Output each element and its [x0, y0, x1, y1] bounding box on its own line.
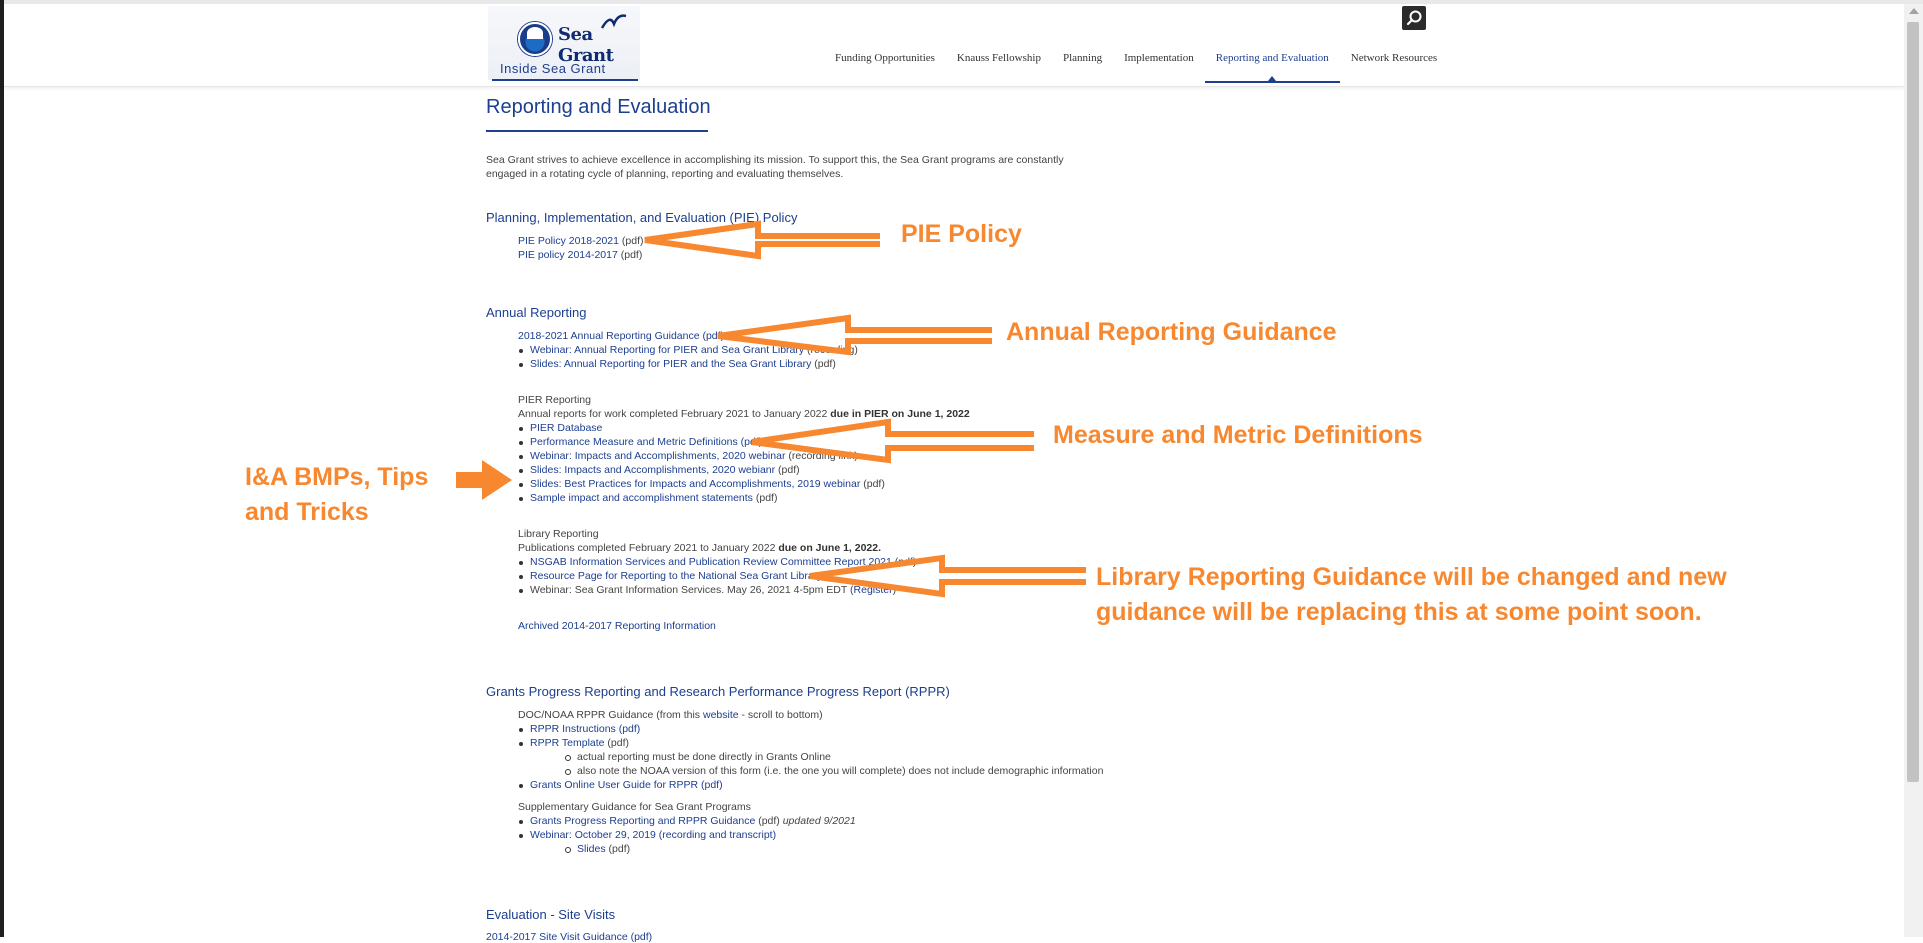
- annual-heading: Annual Reporting: [486, 305, 587, 320]
- evaluation-partial-line: 2014-2017 Site Visit Guidance (pdf): [486, 931, 652, 943]
- annual-guidance-line: 2018-2021 Annual Reporting Guidance (pdf…: [518, 330, 724, 342]
- pie-policy-2014-link[interactable]: PIE policy 2014-2017: [518, 249, 618, 261]
- pier-label: PIER Reporting: [518, 394, 591, 406]
- annotation-library-line1: Library Reporting Guidance will be chang…: [1096, 563, 1727, 591]
- ia-slides-link[interactable]: Slides: Impacts and Accomplishments, 202…: [530, 464, 775, 476]
- pie-heading: Planning, Implementation, and Evaluation…: [486, 210, 798, 225]
- pie-2014-line: PIE policy 2014-2017 (pdf): [518, 249, 643, 261]
- list-item: RPPR Template (pdf): [518, 737, 630, 749]
- annual-webinar-link[interactable]: Webinar: Annual Reporting for PIER and S…: [530, 344, 804, 356]
- annotation-measure: Measure and Metric Definitions: [1053, 421, 1423, 449]
- logo-underline: [492, 79, 638, 81]
- list-item: Grants Progress Reporting and RPPR Guida…: [519, 815, 856, 827]
- annotation-library-line2: guidance will be replacing this at some …: [1096, 598, 1702, 626]
- nav-network-resources[interactable]: Network Resources: [1340, 52, 1448, 64]
- list-item: Webinar: Annual Reporting for PIER and S…: [519, 344, 858, 356]
- annual-reporting-guidance-link[interactable]: 2018-2021 Annual Reporting Guidance (pdf…: [518, 330, 724, 342]
- archived-reporting-link[interactable]: Archived 2014-2017 Reporting Information: [518, 620, 716, 632]
- pier-desc: Annual reports for work completed Februa…: [518, 408, 970, 420]
- ia-arrow: [456, 460, 512, 500]
- nav-reporting-and-evaluation[interactable]: Reporting and Evaluation: [1204, 52, 1340, 83]
- list-item: Grants Online User Guide for RPPR (pdf): [519, 779, 723, 791]
- search-button[interactable]: [1402, 6, 1426, 30]
- scrollbar-thumb[interactable]: [1907, 22, 1919, 782]
- pier-due: due in PIER on June 1, 2022: [830, 408, 970, 420]
- library-label: Library Reporting: [518, 528, 599, 540]
- archived-line: Archived 2014-2017 Reporting Information: [518, 620, 716, 632]
- pier-database-link[interactable]: PIER Database: [530, 422, 602, 434]
- title-underline: [486, 130, 708, 132]
- grants-online-guide-link[interactable]: Grants Online User Guide for RPPR (pdf): [530, 779, 723, 791]
- metric-definitions-link[interactable]: Performance Measure and Metric Definitio…: [530, 436, 762, 448]
- rppr-website-link[interactable]: website: [703, 709, 739, 721]
- list-subitem: also note the NOAA version of this form …: [564, 765, 1104, 777]
- sample-statements-link[interactable]: Sample impact and accomplishment stateme…: [530, 492, 753, 504]
- annotation-annual: Annual Reporting Guidance: [1006, 318, 1337, 346]
- list-item: Slides: Annual Reporting for PIER and th…: [519, 358, 836, 370]
- intro-text: Sea Grant strives to achieve excellence …: [486, 154, 1064, 180]
- best-practices-link[interactable]: Slides: Best Practices for Impacts and A…: [530, 478, 860, 490]
- nav-planning[interactable]: Planning: [1052, 52, 1113, 64]
- list-item: PIER Database: [518, 422, 602, 434]
- nav-knauss-fellowship[interactable]: Knauss Fellowship: [946, 52, 1052, 64]
- ia-webinar-link[interactable]: Webinar: Impacts and Accomplishments, 20…: [530, 450, 785, 462]
- pie-policy-2018-link[interactable]: PIE Policy 2018-2021: [518, 235, 619, 247]
- rppr-instructions-link[interactable]: RPPR Instructions (pdf): [530, 723, 640, 735]
- site-visit-guidance-link[interactable]: 2014-2017 Site Visit Guidance (pdf): [486, 931, 652, 943]
- rppr-template-link[interactable]: RPPR Template: [530, 737, 605, 749]
- nav-implementation[interactable]: Implementation: [1113, 52, 1205, 64]
- list-subitem: Slides (pdf): [564, 843, 631, 855]
- list-item: Sample impact and accomplishment stateme…: [518, 492, 778, 504]
- register-link[interactable]: Register: [854, 584, 893, 596]
- gpr-guidance-link[interactable]: Grants Progress Reporting and RPPR Guida…: [530, 815, 755, 827]
- rppr-slides-link[interactable]: Slides: [577, 843, 606, 855]
- list-item: Resource Page for Reporting to the Natio…: [518, 570, 822, 582]
- annotation-pie: PIE Policy: [901, 220, 1022, 248]
- library-resource-link[interactable]: Resource Page for Reporting to the Natio…: [530, 570, 822, 582]
- rppr-doc-line: DOC/NOAA RPPR Guidance (from this websit…: [518, 709, 823, 721]
- list-item: Performance Measure and Metric Definitio…: [518, 436, 762, 448]
- list-item: Webinar: Sea Grant Information Services.…: [518, 584, 897, 596]
- site-header: Sea Grant Inside Sea Grant Funding Oppor…: [4, 4, 1904, 87]
- annotation-ia-line2: and Tricks: [245, 498, 369, 526]
- library-due: due on June 1, 2022.: [778, 542, 882, 554]
- seagull-icon: [600, 14, 627, 29]
- list-item: Slides: Impacts and Accomplishments, 202…: [519, 464, 800, 476]
- logo-tagline: Inside Sea Grant: [500, 61, 606, 76]
- nav-funding-opportunities[interactable]: Funding Opportunities: [824, 52, 946, 64]
- list-item: Webinar: October 29, 2019 (recording and…: [518, 829, 776, 841]
- rppr-heading: Grants Progress Reporting and Research P…: [486, 684, 950, 699]
- rppr-webinar-link[interactable]: Webinar: October 29, 2019 (recording and…: [530, 829, 776, 841]
- nsgab-report-link[interactable]: NSGAB Information Services and Publicati…: [530, 556, 892, 568]
- scroll-up-arrow-icon[interactable]: [1909, 8, 1919, 14]
- annual-slides-link[interactable]: Slides: Annual Reporting for PIER and th…: [530, 358, 811, 370]
- list-item: Webinar: Impacts and Accomplishments, 20…: [519, 450, 858, 462]
- list-item: NSGAB Information Services and Publicati…: [518, 556, 917, 568]
- window-left-edge: [0, 0, 4, 937]
- evaluation-heading: Evaluation - Site Visits: [486, 907, 616, 922]
- search-icon: [1406, 10, 1422, 26]
- list-item: Slides: Best Practices for Impacts and A…: [519, 478, 885, 490]
- sea-grant-logo[interactable]: Sea Grant Inside Sea Grant: [488, 6, 640, 81]
- pie-2018-line: PIE Policy 2018-2021 (pdf): [518, 235, 644, 247]
- library-desc: Publications completed February 2021 to …: [518, 542, 882, 554]
- list-subitem: actual reporting must be done directly i…: [565, 751, 831, 763]
- annotation-ia-line1: I&A BMPs, Tips: [245, 463, 429, 491]
- page-title: Reporting and Evaluation: [486, 96, 711, 118]
- pie-arrow: [644, 220, 880, 260]
- noaa-logo-icon: [518, 22, 552, 56]
- supplementary-label: Supplementary Guidance for Sea Grant Pro…: [518, 801, 751, 813]
- list-item: RPPR Instructions (pdf): [518, 723, 640, 735]
- main-nav: Funding Opportunities Knauss Fellowship …: [824, 52, 1448, 83]
